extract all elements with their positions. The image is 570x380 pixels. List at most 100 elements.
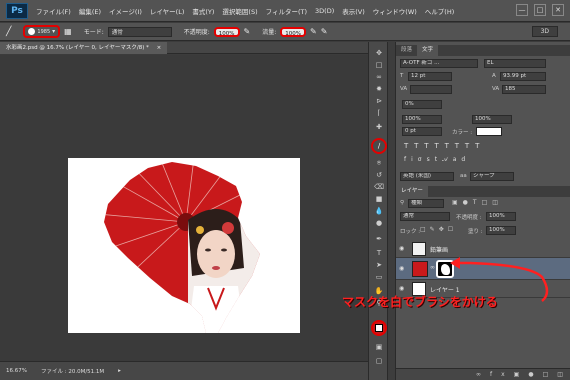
menu-filter[interactable]: フィルター(T) xyxy=(262,6,311,16)
tab-paragraph[interactable]: 段落 xyxy=(396,45,417,56)
font-size-input[interactable]: 12 pt xyxy=(408,72,452,81)
quick-mask-icon[interactable]: ▣ xyxy=(373,342,385,352)
blend-mode-select[interactable]: 通常 xyxy=(400,212,450,221)
leading-input[interactable]: 93.99 pt xyxy=(500,72,546,81)
antialias-select[interactable]: シャープ xyxy=(470,172,514,181)
close-button[interactable]: ✕ xyxy=(552,4,564,16)
tab-layers[interactable]: レイヤー xyxy=(396,186,428,197)
quick-select-tool-icon[interactable]: ✸ xyxy=(373,84,385,94)
document-tab-title: 水彩画2.psd @ 16.7% (レイヤー 0, レイヤーマスク/8) * xyxy=(6,45,149,51)
brush-tool-icon[interactable]: ∕ xyxy=(371,138,387,154)
language-select[interactable]: 英語 (米国) xyxy=(400,172,454,181)
tracking-input[interactable]: 185 xyxy=(502,85,546,94)
flow-input[interactable]: 100% xyxy=(280,26,306,37)
menu-image[interactable]: イメージ(I) xyxy=(105,6,146,16)
lasso-tool-icon[interactable]: ∞ xyxy=(373,72,385,82)
status-bar: 16.67% ファイル : 20.0M/51.1M ▸ xyxy=(0,361,368,380)
character-panel-tabs: 段落 文字 xyxy=(396,45,570,56)
menu-help[interactable]: ヘルプ(H) xyxy=(421,6,458,16)
stamp-tool-icon[interactable]: ⍟ xyxy=(373,158,385,168)
flow-label: 流量: xyxy=(262,29,277,36)
close-tab-icon[interactable]: × xyxy=(157,45,162,51)
healing-tool-icon[interactable]: ✚ xyxy=(373,122,385,132)
font-family-select[interactable]: A-OTF 新ゴ ... xyxy=(400,59,478,68)
menu-bar: Ps ファイル(F) 編集(E) イメージ(I) レイヤー(L) 書式(Y) 選… xyxy=(0,0,570,22)
file-size-info: ファイル : 20.0M/51.1M xyxy=(40,369,105,375)
menu-type[interactable]: 書式(Y) xyxy=(188,6,218,16)
document-canvas[interactable] xyxy=(68,158,300,333)
brush-size-value: 1985 xyxy=(37,28,51,35)
africa-shaped-mask xyxy=(104,162,260,333)
workspace-switcher[interactable]: 3D xyxy=(531,26,558,37)
brush-panel-icon[interactable]: ▦ xyxy=(64,27,72,36)
photoshop-window: Ps ファイル(F) 編集(E) イメージ(I) レイヤー(L) 書式(Y) 選… xyxy=(0,0,570,380)
eye-icon[interactable]: ◉ xyxy=(399,265,404,272)
color-swatches[interactable] xyxy=(371,320,387,336)
blur-tool-icon[interactable]: 💧 xyxy=(373,206,385,216)
layer-thumbnail-sketch xyxy=(412,242,426,256)
menu-layer[interactable]: レイヤー(L) xyxy=(146,6,189,16)
toolbox: ✥ □ ∞ ✸ ⊳ ⌈ ✚ ∕ ⍟ ↺ ⌫ ■ 💧 ● ✒ T ➤ ▭ ✋ ⚲ … xyxy=(368,42,388,380)
shape-tool-icon[interactable]: ▭ xyxy=(373,272,385,282)
tracking-icon: VA xyxy=(492,86,500,92)
eyedropper-tool-icon[interactable]: ⌈ xyxy=(373,108,385,118)
layer-kind-filter[interactable]: 種類 xyxy=(408,199,444,208)
gradient-tool-icon[interactable]: ■ xyxy=(373,194,385,204)
layer-thumbnail-photo[interactable] xyxy=(412,261,428,277)
menu-view[interactable]: 表示(V) xyxy=(338,6,369,16)
maximize-button[interactable]: □ xyxy=(534,4,546,16)
menu-select[interactable]: 選択範囲(S) xyxy=(218,6,261,16)
screen-mode-icon[interactable]: ▢ xyxy=(373,356,385,366)
baseline-shift-input[interactable]: 0 pt xyxy=(402,127,442,136)
marquee-tool-icon[interactable]: □ xyxy=(373,60,385,70)
font-style-select[interactable]: EL xyxy=(484,59,546,68)
zoom-level[interactable]: 16.67% xyxy=(6,368,27,374)
window-controls: — □ ✕ xyxy=(516,4,564,16)
mode-label: モード: xyxy=(83,29,104,36)
tsume-input[interactable]: 0% xyxy=(402,100,442,109)
horizontal-scale-input[interactable]: 100% xyxy=(472,115,512,124)
annotation-text: マスクを白でブラシをかける xyxy=(342,295,498,309)
kerning-input[interactable] xyxy=(410,85,452,94)
mode-select[interactable]: 通常 xyxy=(107,26,172,37)
pressure-opacity-icon[interactable]: ✎ xyxy=(244,27,251,36)
tab-character[interactable]: 文字 xyxy=(417,45,439,56)
crop-tool-icon[interactable]: ⊳ xyxy=(373,96,385,106)
opentype-buttons: fiσst𝒜ad xyxy=(404,156,471,163)
eye-icon[interactable]: ◉ xyxy=(399,285,404,292)
vertical-scale-input[interactable]: 100% xyxy=(402,115,442,124)
layer-fill-input[interactable]: 100% xyxy=(486,226,516,235)
minimize-button[interactable]: — xyxy=(516,4,528,16)
history-brush-icon[interactable]: ↺ xyxy=(373,170,385,180)
path-select-tool-icon[interactable]: ➤ xyxy=(373,260,385,270)
options-bar: ╱ 1985 ▾ ▦ モード: 通常 不透明度: 100% ✎ 流量: 100%… xyxy=(0,23,570,41)
menu-edit[interactable]: 編集(E) xyxy=(75,6,105,16)
airbrush-icon[interactable]: ✎ xyxy=(310,27,317,36)
dodge-tool-icon[interactable]: ● xyxy=(373,218,385,228)
eraser-tool-icon[interactable]: ⌫ xyxy=(373,182,385,192)
text-color-swatch[interactable] xyxy=(476,127,502,136)
font-size-icon: T xyxy=(400,73,404,79)
menu-file[interactable]: ファイル(F) xyxy=(32,6,75,16)
opacity-input[interactable]: 100% xyxy=(213,26,240,37)
color-label: カラー : xyxy=(452,130,473,136)
masked-artwork xyxy=(104,162,260,333)
layer-opacity-input[interactable]: 100% xyxy=(486,212,516,221)
eye-icon[interactable]: ◉ xyxy=(399,245,404,252)
lock-label: ロック : xyxy=(400,229,421,235)
collapsed-panel-strip xyxy=(388,42,396,380)
document-tab[interactable]: 水彩画2.psd @ 16.7% (レイヤー 0, レイヤーマスク/8) * × xyxy=(0,42,168,54)
pressure-size-icon[interactable]: ✎ xyxy=(321,27,328,36)
move-tool-icon[interactable]: ✥ xyxy=(373,48,385,58)
menu-3d[interactable]: 3D(D) xyxy=(311,7,338,15)
canvas-area[interactable] xyxy=(0,55,368,361)
type-tool-icon[interactable]: T xyxy=(373,248,385,258)
menu-window[interactable]: ウィンドウ(W) xyxy=(369,6,421,16)
ps-logo: Ps xyxy=(6,2,28,19)
pen-tool-icon[interactable]: ✒ xyxy=(373,234,385,244)
brush-tool-icon[interactable]: ╱ xyxy=(6,27,11,37)
foreground-color-swatch[interactable] xyxy=(375,324,383,332)
brush-size-picker[interactable]: 1985 ▾ xyxy=(23,25,61,38)
layer-filter-buttons: ▣●T□◫ xyxy=(452,199,503,206)
status-menu-icon[interactable]: ▸ xyxy=(118,368,121,374)
